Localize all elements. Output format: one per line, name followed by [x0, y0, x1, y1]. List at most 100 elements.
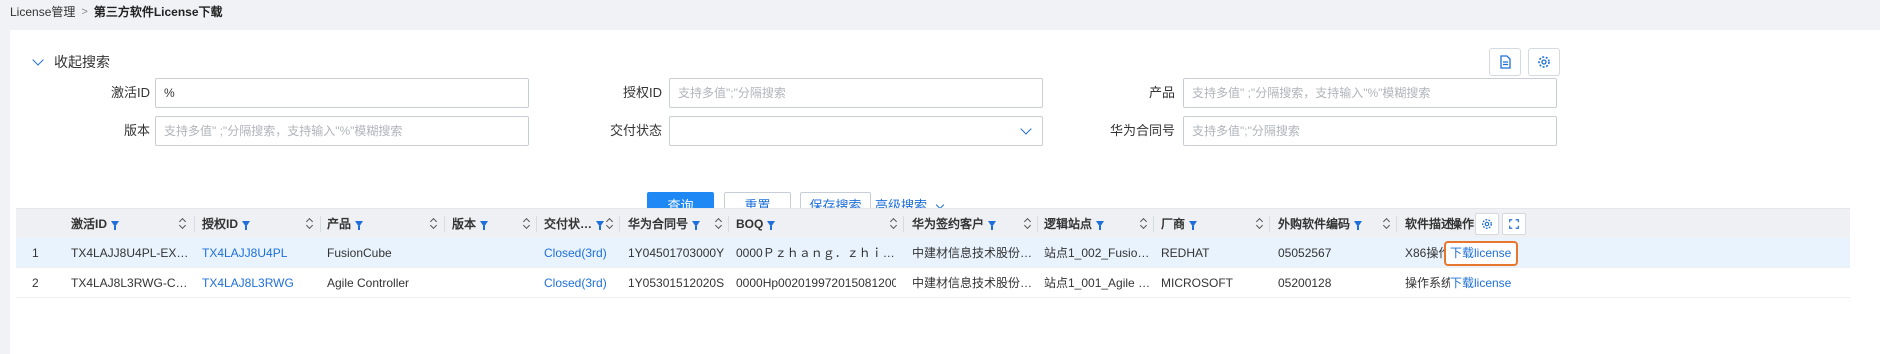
- logical-site-cell: 站点1_002_FusionCube: [1044, 246, 1151, 260]
- customer-cell: 中建材信息技术股份有限公司: [912, 276, 1034, 290]
- filter-icon[interactable]: [596, 221, 604, 230]
- activation-id-label: 激活ID: [110, 85, 150, 100]
- download-license-link[interactable]: 下载license: [1450, 268, 1520, 298]
- contract-no-cell: 1Y04501703000Y: [628, 246, 725, 260]
- column-divider[interactable]: [536, 216, 537, 232]
- column-divider[interactable]: [619, 216, 620, 232]
- column-divider[interactable]: [444, 216, 445, 232]
- customer-cell: 中建材信息技术股份有限公司: [912, 246, 1034, 260]
- filter-icon[interactable]: [1354, 221, 1363, 230]
- software-code-cell: 05052567: [1278, 246, 1332, 260]
- fullscreen-button[interactable]: [1502, 213, 1526, 235]
- version-label: 版本: [123, 123, 150, 138]
- collapse-search-toggle[interactable]: 收起搜索: [30, 52, 110, 72]
- column-divider[interactable]: [903, 216, 904, 232]
- column-header-product[interactable]: 产品: [327, 209, 427, 239]
- filter-icon[interactable]: [1189, 221, 1198, 230]
- sort-icon[interactable]: [606, 218, 614, 230]
- breadcrumb-separator-icon: >: [81, 6, 88, 18]
- export-button[interactable]: [1489, 48, 1521, 76]
- column-header-vendor[interactable]: 厂商: [1161, 209, 1221, 239]
- breadcrumb-current: 第三方软件License下载: [93, 5, 223, 19]
- filter-icon[interactable]: [355, 221, 364, 230]
- column-header-logical-site[interactable]: 逻辑站点: [1044, 209, 1134, 239]
- filter-icon[interactable]: [242, 221, 251, 230]
- search-panel: 收起搜索 激活ID 授权ID 产品 版本 交付状态 华为合同号 查询 重置 保存…: [10, 30, 1880, 354]
- sort-icon[interactable]: [430, 218, 438, 230]
- sort-icon[interactable]: [306, 218, 314, 230]
- table-row[interactable]: 1 TX4LAJJ8U4PL-EXKQ TX4LAJJ8U4PL FusionC…: [16, 238, 1850, 268]
- document-icon: [1500, 55, 1511, 69]
- chevron-down-icon: [32, 54, 44, 66]
- sort-icon[interactable]: [523, 218, 531, 230]
- column-divider[interactable]: [1269, 216, 1270, 232]
- row-index: 1: [32, 246, 39, 260]
- delivery-status-label: 交付状态: [609, 123, 662, 138]
- column-header-boq[interactable]: BOQ: [736, 209, 836, 239]
- table-header: 激活ID 授权ID 产品 版本 交付状… 华为合同号 BOQ 华为签约客户 逻辑…: [16, 208, 1850, 238]
- breadcrumb: License管理 > 第三方软件License下载: [10, 0, 223, 24]
- filter-icon[interactable]: [988, 221, 997, 230]
- auth-id-input[interactable]: [669, 78, 1043, 108]
- sort-icon[interactable]: [890, 218, 898, 230]
- filter-icon[interactable]: [111, 221, 120, 230]
- boq-cell: 0000Hp002019972015081200102: [736, 276, 896, 290]
- logical-site-cell: 站点1_001_Agile Controller: [1044, 276, 1151, 290]
- gear-icon: [1482, 219, 1492, 229]
- row-index: 2: [32, 276, 39, 290]
- sort-icon[interactable]: [715, 218, 723, 230]
- column-divider[interactable]: [1037, 216, 1038, 232]
- column-divider[interactable]: [1396, 216, 1397, 232]
- sort-icon[interactable]: [1383, 218, 1391, 230]
- contract-no-cell: 1Y05301512020S: [628, 276, 725, 290]
- sort-icon[interactable]: [1256, 218, 1264, 230]
- delivery-status-select[interactable]: [669, 116, 1043, 146]
- column-header-version[interactable]: 版本: [452, 209, 522, 239]
- activation-id-input[interactable]: [155, 78, 529, 108]
- version-cell: [452, 268, 532, 298]
- product-cell: Agile Controller: [327, 276, 410, 290]
- delivery-status-link[interactable]: Closed(3rd): [544, 238, 619, 268]
- column-divider[interactable]: [728, 216, 729, 232]
- column-header-software-desc[interactable]: 软件描述: [1405, 209, 1451, 239]
- product-input[interactable]: [1183, 78, 1557, 108]
- column-header-auth-id[interactable]: 授权ID: [202, 209, 302, 239]
- boq-cell: 0000Ｐｚｈａｎｇ．ｚｈｉｙｏｎｇ: [736, 246, 901, 260]
- table-row[interactable]: 2 TX4LAJ8L3RWG-CUVN TX4LAJ8L3RWG Agile C…: [16, 268, 1850, 298]
- column-settings-button[interactable]: [1475, 213, 1499, 235]
- software-code-cell: 05200128: [1278, 276, 1332, 290]
- column-header-software-code[interactable]: 外购软件编码: [1278, 209, 1388, 239]
- collapse-search-label: 收起搜索: [54, 54, 110, 70]
- filter-icon[interactable]: [480, 221, 489, 230]
- download-license-link[interactable]: 下载license: [1450, 238, 1520, 268]
- column-divider[interactable]: [1153, 216, 1154, 232]
- contract-no-input[interactable]: [1183, 116, 1557, 146]
- breadcrumb-parent[interactable]: License管理: [10, 0, 75, 24]
- column-header-delivery-status[interactable]: 交付状…: [544, 209, 604, 239]
- sort-icon[interactable]: [1140, 218, 1148, 230]
- license-table: 激活ID 授权ID 产品 版本 交付状… 华为合同号 BOQ 华为签约客户 逻辑…: [16, 208, 1850, 298]
- settings-button[interactable]: [1528, 48, 1560, 76]
- filter-icon[interactable]: [692, 221, 701, 230]
- column-divider[interactable]: [320, 216, 321, 232]
- column-header-activation-id[interactable]: 激活ID: [71, 209, 171, 239]
- delivery-status-link[interactable]: Closed(3rd): [544, 268, 619, 298]
- filter-icon[interactable]: [1096, 221, 1105, 230]
- sort-icon[interactable]: [1024, 218, 1032, 230]
- software-desc-cell: 操作系统: [1405, 276, 1450, 290]
- chevron-down-icon: [1020, 123, 1032, 135]
- column-divider[interactable]: [194, 216, 195, 232]
- version-input[interactable]: [155, 116, 529, 146]
- filter-icon[interactable]: [767, 221, 776, 230]
- gear-icon: [1538, 56, 1550, 68]
- contract-no-label: 华为合同号: [1109, 123, 1175, 138]
- sort-icon[interactable]: [179, 218, 187, 230]
- fullscreen-icon: [1509, 219, 1519, 229]
- version-cell: [452, 238, 532, 268]
- activation-id-cell: TX4LAJ8L3RWG-CUVN: [71, 276, 196, 290]
- auth-id-link[interactable]: TX4LAJJ8U4PL: [202, 238, 317, 268]
- column-header-customer[interactable]: 华为签约客户: [912, 209, 1022, 239]
- product-cell: FusionCube: [327, 246, 392, 260]
- column-header-contract-no[interactable]: 华为合同号: [628, 209, 718, 239]
- auth-id-link[interactable]: TX4LAJ8L3RWG: [202, 268, 317, 298]
